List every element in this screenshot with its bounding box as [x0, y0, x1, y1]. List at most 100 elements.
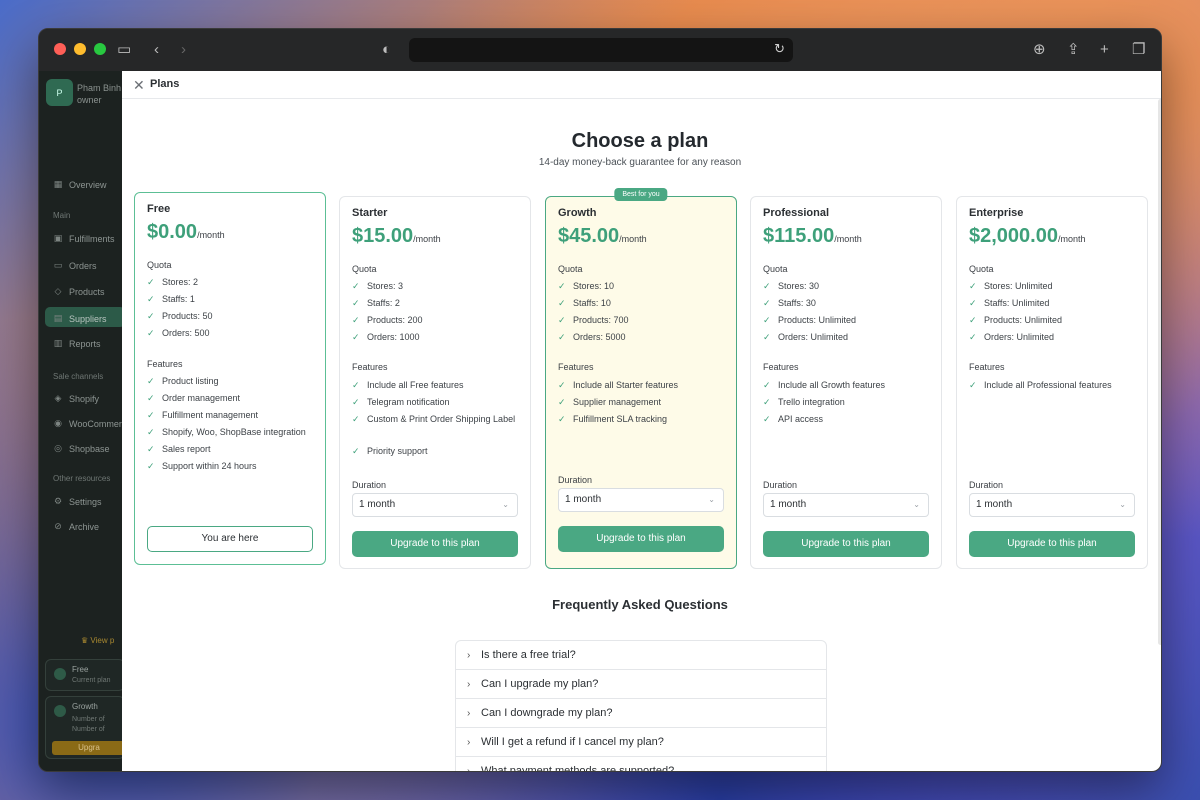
sidebar-item-orders[interactable]: ▭ Orders	[53, 260, 97, 271]
close-window-button[interactable]	[54, 43, 66, 55]
sidebar-item-label: Suppliers	[69, 313, 107, 324]
reload-icon[interactable]: ↻	[774, 41, 785, 57]
quota-label: Quota	[558, 264, 583, 274]
plan-card-free: Free $0.00/month Quota ✓ Stores: 2 ✓ Staff…	[134, 192, 326, 565]
share-icon[interactable]: ⇪	[1067, 40, 1080, 60]
browser-window: ▭ ‹ › ◐ ↻ ⊕ ⇪ + ❐ P Pham Binh owner ▦ Ove…	[38, 28, 1162, 772]
check-icon: ✓	[969, 281, 977, 291]
current-plan-button[interactable]: You are here	[147, 526, 313, 552]
faq-item[interactable]: › Can I downgrade my plan?	[456, 699, 826, 728]
feature-item: ✓ Include all Professional features	[969, 378, 1137, 393]
item-label: Shopify, Woo, ShopBase integration	[162, 427, 306, 437]
sidebar-item-label: Fulfillments	[69, 233, 115, 244]
avatar[interactable]: P	[46, 79, 73, 106]
crown-icon: ♛	[81, 636, 91, 645]
archive-icon: ⊘	[54, 521, 62, 531]
close-icon[interactable]: ✕	[133, 77, 145, 93]
download-icon[interactable]: ⊕	[1033, 40, 1046, 60]
sidebar-item-products[interactable]: ◇ Products	[53, 286, 105, 297]
duration-select[interactable]: 1 month ⌄	[352, 493, 518, 517]
faq-item[interactable]: › What payment methods are supported?	[456, 757, 826, 771]
duration-select[interactable]: 1 month ⌄	[558, 488, 724, 512]
view-plans-link[interactable]: ♛ View p	[81, 636, 114, 645]
minimize-window-button[interactable]	[74, 43, 86, 55]
check-icon: ✓	[147, 311, 155, 321]
sidebar-toggle-icon[interactable]: ▭	[117, 40, 131, 60]
duration-label: Duration	[352, 480, 387, 490]
quota-item: ✓ Products: 50	[147, 309, 315, 324]
quota-item: ✓ Staffs: 10	[558, 296, 726, 311]
feature-item: ✓ Include all Free features	[352, 378, 520, 393]
item-label: Fulfillment SLA tracking	[573, 414, 668, 424]
check-icon: ✓	[763, 332, 771, 342]
check-icon: ✓	[969, 298, 977, 308]
check-icon: ✓	[763, 281, 771, 291]
item-label: Include all Free features	[367, 380, 464, 390]
features-label: Features	[763, 362, 799, 372]
back-icon[interactable]: ‹	[154, 40, 159, 60]
upgrade-button[interactable]: Upgrade to this plan	[558, 526, 724, 552]
check-icon: ✓	[352, 446, 360, 456]
price-value: $15.00	[352, 225, 414, 247]
sidebar-item-woocommerce[interactable]: ◉ WooCommerce	[53, 418, 123, 429]
scrollbar[interactable]	[1158, 99, 1161, 645]
sidebar-item-shopify[interactable]: ◈ Shopify	[53, 393, 100, 404]
check-icon: ✓	[352, 397, 360, 407]
sidebar-upgrade-button[interactable]: Upgra	[52, 741, 123, 755]
faq-item[interactable]: › Will I get a refund if I cancel my plan…	[456, 728, 826, 757]
sidebar-item-settings[interactable]: ⚙ Settings	[53, 496, 102, 507]
sidebar-item-archive[interactable]: ⊘ Archive	[53, 521, 99, 532]
sidebar-item-suppliers[interactable]: ▤ Suppliers	[53, 313, 107, 324]
upgrade-button[interactable]: Upgrade to this plan	[352, 531, 518, 557]
check-icon: ✓	[147, 393, 155, 403]
quota-label: Quota	[352, 264, 377, 274]
forward-icon[interactable]: ›	[181, 40, 186, 60]
features-label: Features	[969, 362, 1005, 372]
quota-item: ✓ Products: 200	[352, 313, 520, 328]
chevron-down-icon: ⌄	[913, 500, 920, 509]
tab-overview-icon[interactable]: ❐	[1132, 40, 1145, 60]
sidebar-section-main: Main	[53, 211, 71, 220]
sidebar-item-overview[interactable]: ▦ Overview	[53, 179, 107, 190]
growth-plan-card[interactable]: Growth Number of Number of Upgra	[45, 696, 123, 759]
plan-card-title: Free	[72, 665, 89, 674]
item-label: Products: 50	[162, 311, 213, 321]
plan-price: $45.00/month	[558, 225, 647, 248]
shield-icon[interactable]: ◐	[382, 40, 391, 60]
best-for-you-badge: Best for you	[614, 188, 668, 201]
item-label: Include all Growth features	[778, 380, 886, 390]
item-label: Products: 200	[367, 315, 423, 325]
new-tab-icon[interactable]: +	[1100, 40, 1109, 60]
item-label: Orders: 1000	[367, 332, 420, 342]
sidebar-item-reports[interactable]: ▥ Reports	[53, 338, 101, 349]
sidebar-item-label: Overview	[69, 179, 107, 190]
feature-item: ✓ Fulfillment SLA tracking	[558, 412, 726, 427]
duration-select[interactable]: 1 month ⌄	[763, 493, 929, 517]
sidebar-item-fulfillments[interactable]: ▣ Fulfillments	[53, 233, 115, 244]
item-label: Orders: Unlimited	[778, 332, 849, 342]
quota-item: ✓ Products: Unlimited	[969, 313, 1137, 328]
duration-select[interactable]: 1 month ⌄	[969, 493, 1135, 517]
quota-item: ✓ Staffs: Unlimited	[969, 296, 1137, 311]
sidebar-item-shopbase[interactable]: ◎ Shopbase	[53, 443, 109, 454]
faq-title: Frequently Asked Questions	[552, 597, 728, 612]
address-bar[interactable]: ↻	[409, 38, 793, 62]
upgrade-button[interactable]: Upgrade to this plan	[969, 531, 1135, 557]
faq-item[interactable]: › Can I upgrade my plan?	[456, 670, 826, 699]
price-period: /month	[619, 234, 647, 244]
item-label: Stores: 2	[162, 277, 199, 287]
current-plan-card[interactable]: Free Current plan	[45, 659, 123, 691]
item-label: Stores: 30	[778, 281, 820, 291]
browser-titlebar: ▭ ‹ › ◐ ↻ ⊕ ⇪ + ❐	[39, 29, 1161, 71]
user-name: Pham Binh	[77, 83, 122, 93]
plan-card-professional: Professional $115.00/month Quota ✓ Stores…	[750, 196, 942, 569]
duration-value: 1 month	[770, 499, 807, 510]
window-controls	[54, 43, 106, 55]
quota-item: ✓ Orders: Unlimited	[763, 330, 931, 345]
zoom-window-button[interactable]	[94, 43, 106, 55]
upgrade-button[interactable]: Upgrade to this plan	[763, 531, 929, 557]
item-label: Staffs: 1	[162, 294, 195, 304]
quota-item: ✓ Stores: Unlimited	[969, 279, 1137, 294]
faq-item[interactable]: › Is there a free trial?	[456, 641, 826, 670]
plan-card-line: Number of	[72, 716, 105, 723]
